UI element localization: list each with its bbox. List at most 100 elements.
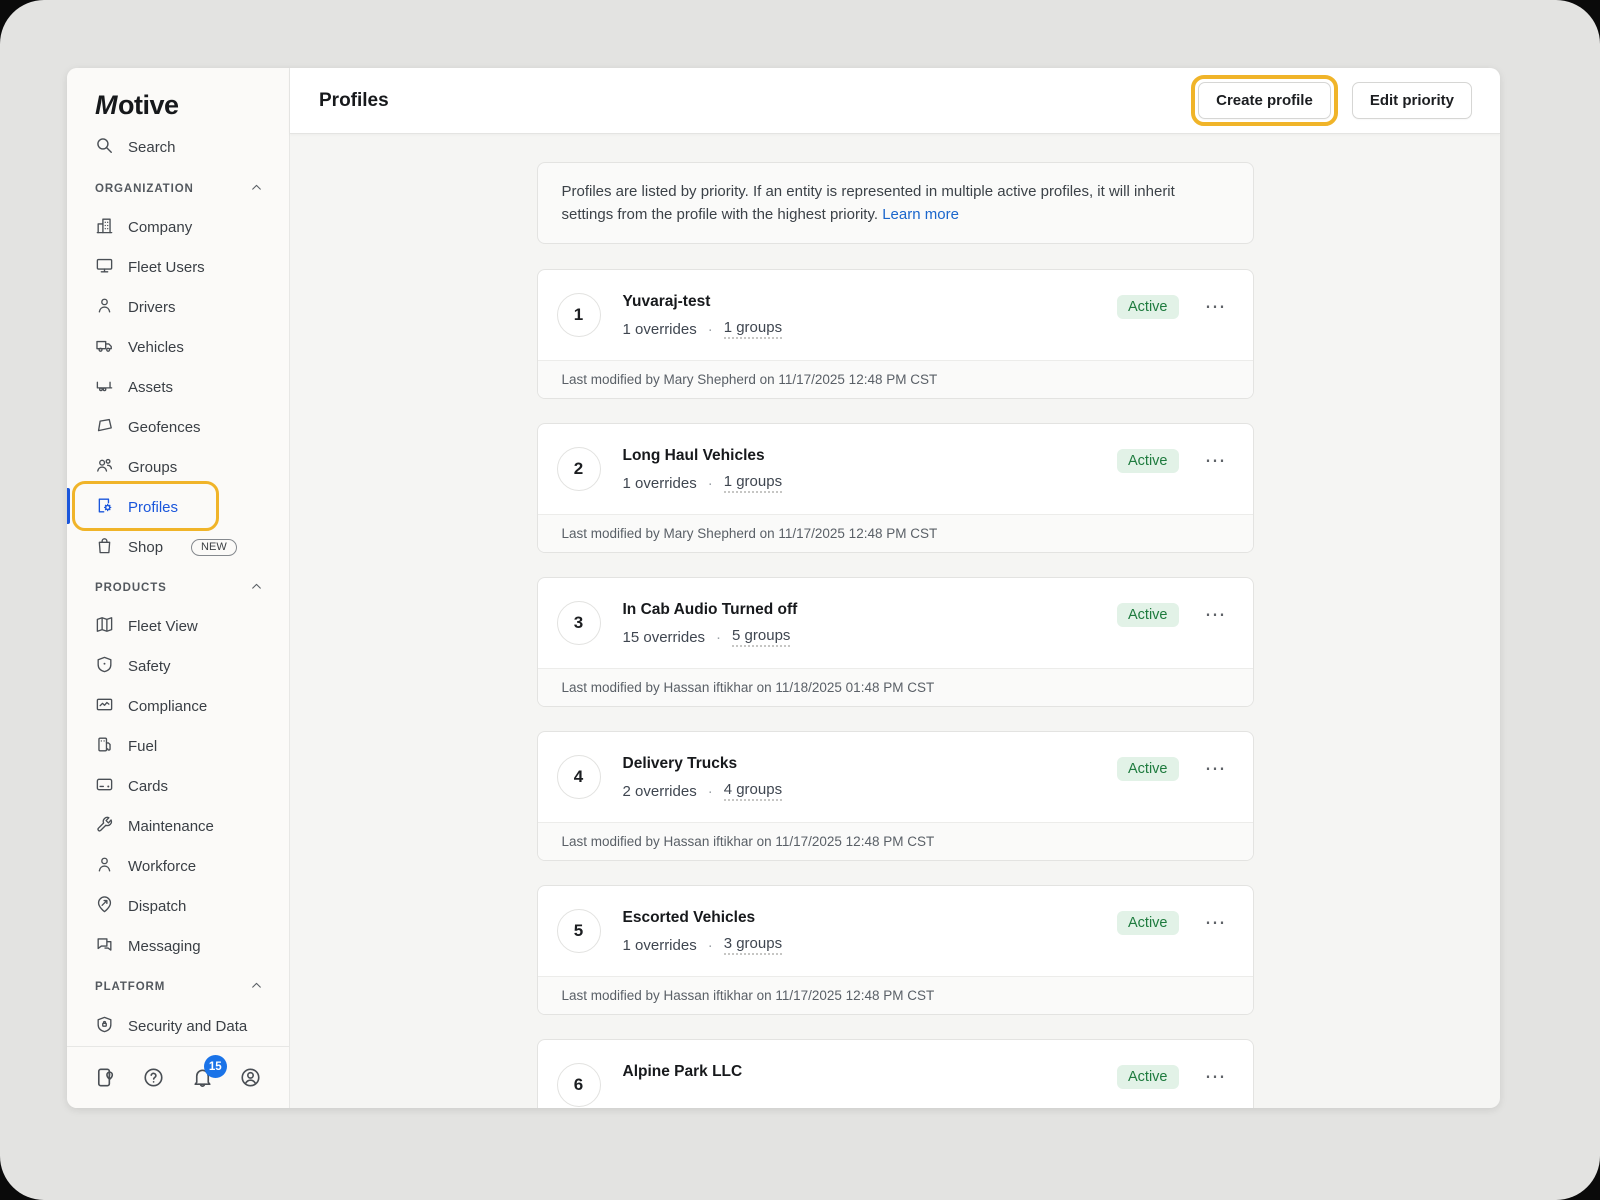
profile-info: Escorted Vehicles 1 overrides · 3 groups: [623, 908, 1118, 955]
profile-last-modified: Last modified by Mary Shepherd on 11/17/…: [538, 514, 1253, 552]
profile-card: 2 Long Haul Vehicles 1 overrides · 1 gro…: [537, 423, 1254, 553]
credit-card-icon: [95, 775, 114, 798]
sidebar-item-profiles-label: Profiles: [128, 499, 178, 516]
edit-priority-button[interactable]: Edit priority: [1352, 82, 1472, 119]
overflow-menu-icon[interactable]: ⋯: [1203, 452, 1229, 470]
meta-separator: ·: [716, 629, 721, 646]
groups-count-link[interactable]: 3 groups: [724, 935, 782, 955]
page-title: Profiles: [319, 90, 389, 112]
help-icon[interactable]: [142, 1066, 165, 1089]
sidebar-item-vehicles-label: Vehicles: [128, 339, 184, 356]
shopping-bag-icon: [95, 536, 114, 559]
notification-count-badge: 15: [204, 1055, 227, 1078]
profile-card-body: 3 In Cab Audio Turned off 15 overrides ·…: [538, 578, 1253, 668]
active-item-indicator: [67, 488, 70, 524]
profile-meta: 15 overrides · 5 groups: [623, 627, 1118, 647]
section-label-platform: PLATFORM: [95, 981, 165, 993]
profile-name: In Cab Audio Turned off: [623, 601, 1118, 619]
sidebar-item-shop[interactable]: Shop NEW: [67, 527, 289, 567]
dispatch-pin-icon: [95, 895, 114, 918]
sidebar-item-security-and-data[interactable]: Security and Data: [67, 1006, 289, 1046]
profile-card-body: 4 Delivery Trucks 2 overrides · 4 groups…: [538, 732, 1253, 822]
priority-number: 1: [557, 293, 601, 337]
sidebar-item-drivers-label: Drivers: [128, 299, 176, 316]
overrides-count: 1 overrides: [623, 937, 697, 954]
learn-more-link[interactable]: Learn more: [882, 206, 959, 223]
sidebar-item-fleet-users[interactable]: Fleet Users: [67, 248, 289, 288]
sidebar-item-assets[interactable]: Assets: [67, 367, 289, 407]
account-icon[interactable]: [239, 1066, 262, 1089]
priority-number: 3: [557, 601, 601, 645]
sidebar-item-groups-label: Groups: [128, 459, 177, 476]
groups-count-link[interactable]: 5 groups: [732, 627, 790, 647]
shield-lock-icon: [95, 1015, 114, 1038]
sidebar-item-maintenance[interactable]: Maintenance: [67, 807, 289, 847]
overflow-menu-icon[interactable]: ⋯: [1203, 760, 1229, 778]
chevron-up-icon[interactable]: [250, 181, 263, 197]
sidebar-item-profiles[interactable]: Profiles: [67, 487, 289, 527]
geofence-icon: [95, 416, 114, 439]
sidebar-item-assets-label: Assets: [128, 379, 173, 396]
chevron-up-icon[interactable]: [250, 580, 263, 596]
priority-number: 6: [557, 1063, 601, 1107]
profile-last-modified: Last modified by Hassan iftikhar on 11/1…: [538, 822, 1253, 860]
profile-meta: 1 overrides · 1 groups: [623, 473, 1118, 493]
sidebar-item-workforce[interactable]: Workforce: [67, 847, 289, 887]
sidebar-item-maintenance-label: Maintenance: [128, 818, 214, 835]
status-badge: Active: [1117, 1065, 1179, 1089]
profile-last-modified: Last modified by Hassan iftikhar on 11/1…: [538, 976, 1253, 1014]
sidebar-item-drivers[interactable]: Drivers: [67, 288, 289, 328]
groups-count-link[interactable]: 1 groups: [724, 319, 782, 339]
priority-number: 5: [557, 909, 601, 953]
sidebar-item-fuel[interactable]: Fuel: [67, 727, 289, 767]
priority-info-banner: Profiles are listed by priority. If an e…: [537, 162, 1254, 244]
status-badge: Active: [1117, 757, 1179, 781]
sidebar-item-company[interactable]: Company: [67, 208, 289, 248]
sidebar-item-fleet-view[interactable]: Fleet View: [67, 607, 289, 647]
section-header-products[interactable]: PRODUCTS: [67, 569, 289, 607]
profile-meta: 1 overrides · 3 groups: [623, 935, 1118, 955]
chat-bubbles-icon: [95, 935, 114, 958]
profile-card-body: 2 Long Haul Vehicles 1 overrides · 1 gro…: [538, 424, 1253, 514]
overflow-menu-icon[interactable]: ⋯: [1203, 1068, 1229, 1086]
groups-count-link[interactable]: 4 groups: [724, 781, 782, 801]
app-window: Motive Search ORGANIZATION Company Fleet…: [67, 68, 1500, 1108]
section-header-organization[interactable]: ORGANIZATION: [67, 170, 289, 208]
banner-text: Profiles are listed by priority. If an e…: [562, 183, 1175, 223]
map-icon: [95, 615, 114, 638]
sidebar-item-geofences[interactable]: Geofences: [67, 407, 289, 447]
profile-card-body: 1 Yuvaraj-test 1 overrides · 1 groups Ac…: [538, 270, 1253, 360]
sidebar-search[interactable]: Search: [67, 128, 289, 168]
overflow-menu-icon[interactable]: ⋯: [1203, 606, 1229, 624]
sidebar-item-dispatch[interactable]: Dispatch: [67, 886, 289, 926]
profile-card: 5 Escorted Vehicles 1 overrides · 3 grou…: [537, 885, 1254, 1015]
sidebar-item-company-label: Company: [128, 219, 192, 236]
priority-number: 2: [557, 447, 601, 491]
chevron-up-icon[interactable]: [250, 979, 263, 995]
profile-meta: 2 overrides · 4 groups: [623, 781, 1118, 801]
section-header-platform[interactable]: PLATFORM: [67, 968, 289, 1006]
sidebar-item-cards[interactable]: Cards: [67, 767, 289, 807]
search-icon: [95, 136, 114, 159]
directory-map-icon[interactable]: [94, 1066, 117, 1089]
profile-card-body: 5 Escorted Vehicles 1 overrides · 3 grou…: [538, 886, 1253, 976]
sidebar-item-messaging[interactable]: Messaging: [67, 926, 289, 966]
sidebar-item-vehicles[interactable]: Vehicles: [67, 328, 289, 368]
overflow-menu-icon[interactable]: ⋯: [1203, 914, 1229, 932]
profile-card-right: Active ⋯: [1117, 757, 1229, 781]
trailer-icon: [95, 376, 114, 399]
notifications-bell-icon[interactable]: 15: [191, 1066, 214, 1089]
create-profile-button[interactable]: Create profile: [1198, 82, 1331, 119]
page-content: Profiles are listed by priority. If an e…: [290, 134, 1500, 1108]
motive-logo-m: M: [95, 90, 117, 121]
groups-count-link[interactable]: 1 groups: [724, 473, 782, 493]
motive-logo-rest: otive: [118, 90, 179, 121]
sidebar-item-compliance[interactable]: Compliance: [67, 687, 289, 727]
sidebar-item-safety[interactable]: Safety: [67, 647, 289, 687]
profile-card-right: Active ⋯: [1117, 603, 1229, 627]
sidebar-item-safety-label: Safety: [128, 658, 171, 675]
section-label-products: PRODUCTS: [95, 582, 167, 594]
overflow-menu-icon[interactable]: ⋯: [1203, 298, 1229, 316]
sidebar-item-groups[interactable]: Groups: [67, 447, 289, 487]
sidebar-item-shop-label: Shop: [128, 539, 163, 556]
